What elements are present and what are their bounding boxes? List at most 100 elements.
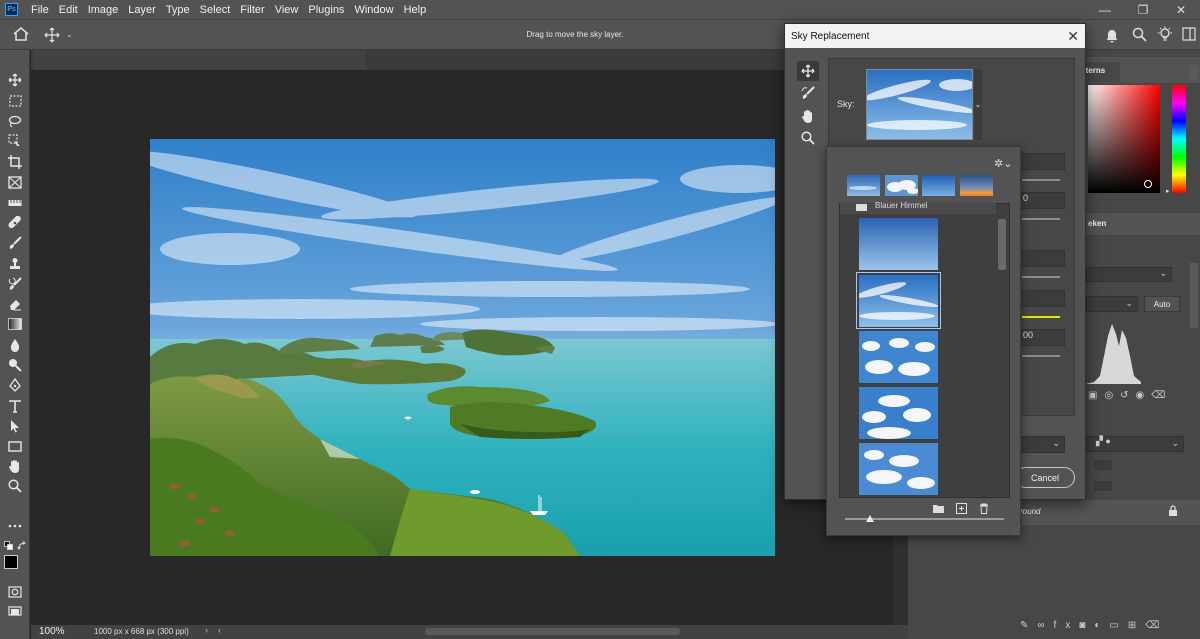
- layers-footer-icons[interactable]: ✎∞fx◙◐▭⊞⌫: [1020, 620, 1168, 631]
- layer-row[interactable]: round: [1020, 500, 1200, 525]
- type-icon[interactable]: [6, 397, 24, 415]
- brightness-slider[interactable]: [1022, 276, 1060, 278]
- panel-scroll[interactable]: [1190, 65, 1198, 80]
- preset-select[interactable]: ⌄: [1086, 296, 1138, 312]
- cancel-button[interactable]: Cancel: [1015, 467, 1075, 488]
- foreground-color-swatch[interactable]: [4, 555, 18, 569]
- fill-field[interactable]: [1094, 481, 1112, 491]
- minimize-button[interactable]: —: [1086, 0, 1124, 19]
- chevron-down-icon[interactable]: ⌄: [66, 30, 73, 39]
- horizontal-scrollbar-thumb[interactable]: [425, 628, 680, 635]
- menu-layer[interactable]: Layer: [123, 4, 161, 16]
- new-group-icon[interactable]: [931, 501, 945, 515]
- more-tools-icon[interactable]: [6, 517, 24, 535]
- menu-type[interactable]: Type: [161, 4, 195, 16]
- swap-colors-icon[interactable]: [17, 541, 27, 551]
- output-select[interactable]: ⌄: [1020, 436, 1065, 453]
- fade-edge-slider[interactable]: [1022, 218, 1060, 220]
- landscape-photo[interactable]: [150, 139, 775, 556]
- color-picker-cursor[interactable]: [1144, 180, 1152, 188]
- scale-slider[interactable]: [1022, 355, 1060, 357]
- color-picker-field[interactable]: [1088, 85, 1160, 193]
- thumbnail-size-slider-thumb[interactable]: [866, 515, 874, 522]
- crop-icon[interactable]: [6, 153, 24, 171]
- menu-edit[interactable]: Edit: [54, 4, 83, 16]
- workspace-icon[interactable]: [1182, 27, 1196, 41]
- lightbulb-icon[interactable]: [1157, 26, 1173, 43]
- screen-mode-icon[interactable]: [6, 603, 24, 621]
- sky-preset-3[interactable]: [922, 175, 955, 196]
- zoom-icon[interactable]: [6, 477, 24, 495]
- pen-icon[interactable]: [6, 376, 24, 394]
- ruler-icon[interactable]: [6, 194, 24, 212]
- document-tab[interactable]: [33, 50, 365, 70]
- sky-dropdown-chevron-icon[interactable]: ⌄: [974, 69, 982, 140]
- quick-mask-icon[interactable]: [6, 583, 24, 601]
- menu-select[interactable]: Select: [195, 4, 236, 16]
- zoom-level[interactable]: 100%: [39, 626, 65, 637]
- fade-edge-field[interactable]: 0: [1020, 192, 1065, 209]
- sky-item-3[interactable]: [859, 331, 938, 383]
- dodge-icon[interactable]: [6, 356, 24, 374]
- opacity-field[interactable]: [1094, 460, 1112, 470]
- menu-window[interactable]: Window: [349, 4, 398, 16]
- brightness-field[interactable]: [1020, 250, 1065, 267]
- sky-item-5[interactable]: [859, 443, 938, 495]
- object-selection-icon[interactable]: [6, 132, 24, 150]
- bell-icon[interactable]: [1105, 27, 1119, 43]
- menu-file[interactable]: File: [26, 4, 54, 16]
- sky-item-1[interactable]: [859, 218, 938, 270]
- close-button[interactable]: ✕: [1162, 0, 1200, 19]
- resize-grip-icon[interactable]: ⋰: [1012, 525, 1020, 534]
- sky-preset-1[interactable]: [847, 175, 880, 196]
- second-tab-label[interactable]: eken: [1088, 219, 1106, 228]
- zoom-icon[interactable]: [797, 128, 819, 148]
- stamp-icon[interactable]: [6, 255, 24, 273]
- auto-button[interactable]: Auto: [1144, 296, 1180, 312]
- menu-filter[interactable]: Filter: [235, 4, 269, 16]
- hue-slider[interactable]: [1172, 85, 1186, 193]
- restore-button[interactable]: ❐: [1124, 0, 1162, 19]
- menu-view[interactable]: View: [270, 4, 304, 16]
- move-sky-icon[interactable]: [797, 61, 819, 81]
- sky-preset-4[interactable]: [960, 175, 993, 196]
- frame-icon[interactable]: [6, 173, 24, 191]
- shift-edge-slider[interactable]: [1022, 179, 1060, 181]
- menu-plugins[interactable]: Plugins: [303, 4, 349, 16]
- default-colors-icon[interactable]: [4, 541, 14, 551]
- channel-select[interactable]: ⌄: [1086, 267, 1172, 282]
- patterns-tab[interactable]: tterns: [1080, 62, 1120, 82]
- gear-icon[interactable]: ✲⌄: [994, 157, 1012, 170]
- hand-icon[interactable]: [6, 457, 24, 475]
- lock-pixels-icon[interactable]: ▞ ●: [1096, 436, 1111, 447]
- search-icon[interactable]: [1132, 27, 1147, 42]
- sky-item-2[interactable]: [859, 275, 938, 327]
- menu-image[interactable]: Image: [83, 4, 124, 16]
- temperature-slider[interactable]: [1022, 316, 1060, 318]
- sky-preset-2[interactable]: [885, 175, 918, 196]
- menu-help[interactable]: Help: [399, 4, 432, 16]
- gradient-icon[interactable]: [6, 315, 24, 333]
- close-icon[interactable]: ✕: [1067, 28, 1079, 45]
- delete-sky-icon[interactable]: [977, 501, 991, 515]
- history-brush-icon[interactable]: [6, 275, 24, 293]
- eraser-icon[interactable]: [6, 295, 24, 313]
- home-icon[interactable]: [12, 26, 30, 42]
- hand-icon[interactable]: [797, 106, 819, 126]
- sky-thumbnail[interactable]: [866, 69, 973, 140]
- chevron-right-icon[interactable]: ›: [205, 625, 208, 635]
- panel-scroll-2[interactable]: [1190, 263, 1198, 328]
- brush-icon[interactable]: [6, 234, 24, 252]
- healing-brush-icon[interactable]: [6, 214, 24, 232]
- new-sky-icon[interactable]: [954, 501, 968, 515]
- sky-brush-icon[interactable]: [797, 83, 819, 103]
- move-icon[interactable]: [6, 71, 24, 89]
- scale-field[interactable]: 00: [1020, 329, 1065, 346]
- marquee-icon[interactable]: [6, 92, 24, 110]
- temperature-field[interactable]: [1020, 290, 1065, 307]
- hue-marker-icon[interactable]: ▸: [1166, 187, 1170, 195]
- blur-icon[interactable]: [6, 336, 24, 354]
- sky-item-4[interactable]: [859, 387, 938, 439]
- scroll-left-icon[interactable]: ‹: [218, 625, 221, 635]
- move-tool-icon[interactable]: [44, 27, 60, 43]
